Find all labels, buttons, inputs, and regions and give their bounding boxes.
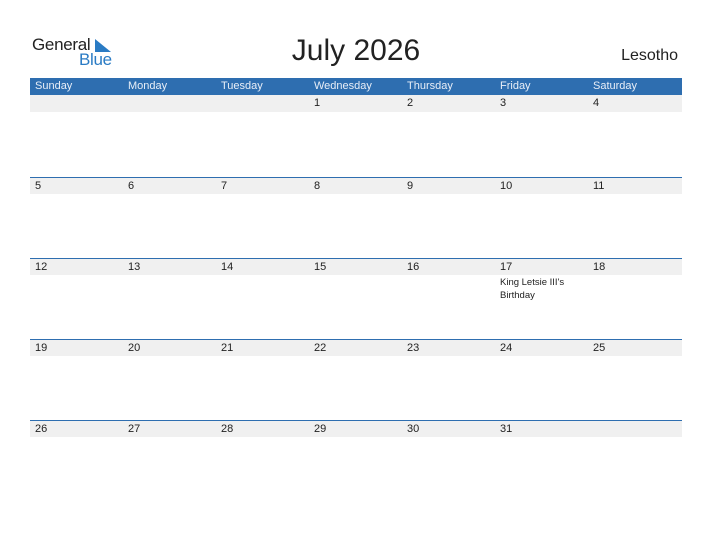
day-number: 31 xyxy=(500,423,513,435)
day-cell: 9 xyxy=(402,178,495,256)
day-cell xyxy=(30,95,123,173)
day-cell: 30 xyxy=(402,421,495,499)
day-number: 24 xyxy=(500,342,513,354)
day-number: 15 xyxy=(314,261,327,273)
day-cell xyxy=(216,95,309,173)
weekday-sunday: Sunday xyxy=(35,80,73,92)
day-number: 12 xyxy=(35,261,48,273)
day-cell: 4 xyxy=(588,95,681,173)
day-cell: 31 xyxy=(495,421,588,499)
day-number xyxy=(593,421,681,437)
day-number xyxy=(221,95,309,111)
day-cell: 26 xyxy=(30,421,123,499)
weekday-thursday: Thursday xyxy=(407,80,453,92)
day-cell: 17 King Letsie III's Birthday xyxy=(495,259,588,337)
calendar-grid: Sunday Monday Tuesday Wednesday Thursday… xyxy=(30,78,682,501)
day-cell: 12 xyxy=(30,259,123,337)
day-number: 10 xyxy=(500,180,513,192)
day-cell: 15 xyxy=(309,259,402,337)
day-number xyxy=(35,95,123,111)
day-number: 11 xyxy=(593,180,605,192)
day-number xyxy=(128,95,216,111)
day-cell: 29 xyxy=(309,421,402,499)
day-cell: 19 xyxy=(30,340,123,418)
day-cell: 22 xyxy=(309,340,402,418)
day-cell: 24 xyxy=(495,340,588,418)
day-number: 27 xyxy=(128,423,141,435)
day-cell: 28 xyxy=(216,421,309,499)
day-cell: 10 xyxy=(495,178,588,256)
day-number: 22 xyxy=(314,342,327,354)
day-cell: 6 xyxy=(123,178,216,256)
week-row: 12 13 14 15 16 17 King Letsie III's Birthday 18 xyxy=(30,258,682,339)
weekday-tuesday: Tuesday xyxy=(221,80,263,92)
country-label: Lesotho xyxy=(621,47,678,64)
day-cell: 13 xyxy=(123,259,216,337)
day-cell: 25 xyxy=(588,340,681,418)
day-number: 18 xyxy=(593,261,606,273)
weeks-container: 1 2 3 4 5 6 7 8 9 10 11 12 13 14 15 16 17 King Letsie III… xyxy=(30,95,682,501)
day-number: 30 xyxy=(407,423,420,435)
day-cell: 16 xyxy=(402,259,495,337)
day-number: 25 xyxy=(593,342,606,354)
day-number: 28 xyxy=(221,423,234,435)
day-cell: 5 xyxy=(30,178,123,256)
week-row: 1 2 3 4 xyxy=(30,95,682,177)
day-number: 29 xyxy=(314,423,327,435)
day-number: 14 xyxy=(221,261,234,273)
day-number: 4 xyxy=(593,97,600,109)
calendar-title: July 2026 xyxy=(291,34,421,67)
weekday-saturday: Saturday xyxy=(593,80,638,92)
day-cell: 18 xyxy=(588,259,681,337)
day-cell: 21 xyxy=(216,340,309,418)
week-row: 19 20 21 22 23 24 25 xyxy=(30,339,682,420)
day-cell xyxy=(588,421,681,499)
day-number: 5 xyxy=(35,180,42,192)
day-cell: 11 xyxy=(588,178,681,256)
day-cell: 23 xyxy=(402,340,495,418)
day-number: 20 xyxy=(128,342,141,354)
day-cell xyxy=(123,95,216,173)
day-cell: 27 xyxy=(123,421,216,499)
day-number: 23 xyxy=(407,342,420,354)
weekday-header: Sunday Monday Tuesday Wednesday Thursday… xyxy=(30,78,682,95)
day-number: 13 xyxy=(128,261,141,273)
day-number: 6 xyxy=(128,180,135,192)
day-cell: 14 xyxy=(216,259,309,337)
day-number: 17 xyxy=(500,261,513,273)
weekday-wednesday: Wednesday xyxy=(314,80,372,92)
weekday-friday: Friday xyxy=(500,80,531,92)
holiday-event: King Letsie III's Birthday xyxy=(500,277,565,301)
day-number: 9 xyxy=(407,180,414,192)
day-number: 2 xyxy=(407,97,414,109)
day-cell: 7 xyxy=(216,178,309,256)
day-cell: 3 xyxy=(495,95,588,173)
weekday-monday: Monday xyxy=(128,80,168,92)
day-cell: 8 xyxy=(309,178,402,256)
day-number: 16 xyxy=(407,261,420,273)
day-number: 3 xyxy=(500,97,507,109)
day-cell: 20 xyxy=(123,340,216,418)
day-number: 8 xyxy=(314,180,321,192)
day-cell: 1 xyxy=(309,95,402,173)
week-row: 5 6 7 8 9 10 11 xyxy=(30,177,682,258)
day-number: 1 xyxy=(314,97,321,109)
day-number: 21 xyxy=(221,342,234,354)
day-number: 7 xyxy=(221,180,228,192)
day-number: 19 xyxy=(35,342,48,354)
day-cell: 2 xyxy=(402,95,495,173)
week-row: 26 27 28 29 30 31 xyxy=(30,420,682,501)
day-number: 26 xyxy=(35,423,48,435)
